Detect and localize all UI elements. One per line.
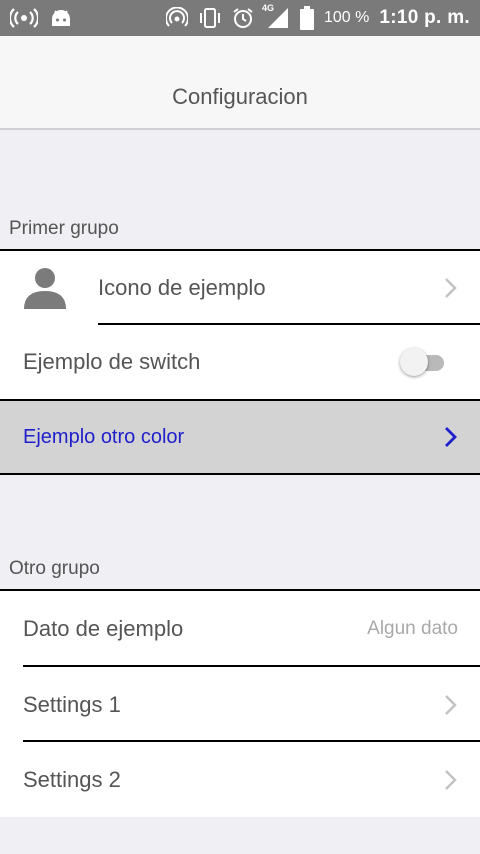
navigation-header: Configuracion (0, 36, 480, 130)
wireless-broadcast-icon (10, 8, 38, 28)
section-title-otro-grupo: Otro grupo (9, 558, 100, 579)
chevron-right-icon (445, 694, 457, 715)
settings-row-value: Algun dato (367, 618, 458, 639)
settings-row-settings-1[interactable]: Settings 1 (0, 667, 480, 742)
settings-row-ejemplo-otro-color[interactable]: Ejemplo otro color (0, 399, 480, 475)
battery-icon (299, 6, 314, 30)
chevron-right-icon (445, 769, 457, 790)
chevron-right-icon (445, 427, 457, 447)
clock: 1:10 p. m. (379, 7, 470, 28)
alarm-icon (232, 7, 254, 29)
settings-row-label: Settings 1 (23, 691, 121, 717)
vibrate-icon (198, 7, 222, 29)
battery-percentage: 100 % (323, 9, 370, 26)
settings-row-dato-de-ejemplo[interactable]: Dato de ejemplo Algun dato (0, 591, 480, 667)
status-bar: 4G 100 % 1:10 p. m. (0, 0, 480, 36)
settings-row-label: Settings 2 (23, 766, 121, 792)
settings-row-icono-de-ejemplo[interactable]: Icono de ejemplo (0, 251, 480, 325)
toggle-switch[interactable] (400, 348, 444, 376)
network-badge: 4G (261, 3, 274, 13)
settings-row-label: Ejemplo otro color (23, 425, 185, 448)
section-title-primer-grupo: Primer grupo (9, 218, 119, 239)
settings-group-primer-grupo: Icono de ejemplo Ejemplo de switch Ejemp… (0, 249, 480, 475)
person-icon (22, 265, 68, 311)
hotspot-icon (165, 7, 188, 29)
settings-row-label: Ejemplo de switch (23, 349, 201, 374)
android-icon (50, 8, 72, 28)
signal-icon: 4G (261, 3, 290, 30)
settings-row-label: Dato de ejemplo (23, 616, 184, 641)
switch-knob (400, 348, 428, 376)
page-title: Configuracion (172, 84, 308, 109)
settings-group-otro-grupo: Dato de ejemplo Algun dato Settings 1 Se… (0, 589, 480, 817)
settings-row-settings-2[interactable]: Settings 2 (0, 742, 480, 817)
settings-row-ejemplo-de-switch: Ejemplo de switch (0, 325, 480, 399)
settings-row-label: Icono de ejemplo (98, 275, 266, 300)
chevron-right-icon (445, 278, 457, 298)
